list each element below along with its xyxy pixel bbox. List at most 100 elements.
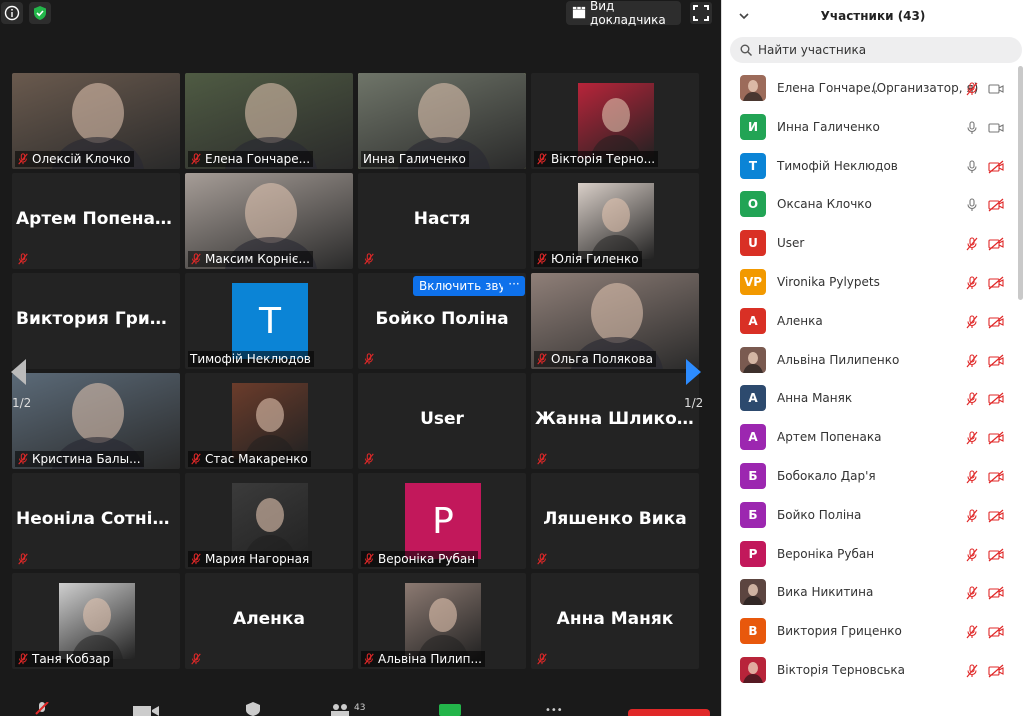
participant-row[interactable]: A Анна Маняк bbox=[722, 379, 1017, 417]
mic-muted-icon[interactable] bbox=[965, 81, 979, 96]
video-tile[interactable]: P Вероніка Рубан bbox=[358, 473, 526, 569]
avatar bbox=[740, 657, 766, 683]
microphone-icon[interactable] bbox=[965, 120, 979, 134]
participant-row[interactable]: Елена Гончаре... (Организатор, я) bbox=[722, 69, 1017, 107]
participant-row[interactable]: VP Vironika Pylypets bbox=[722, 263, 1017, 301]
participants-icon[interactable] bbox=[330, 704, 350, 716]
mic-muted-icon[interactable] bbox=[965, 624, 979, 639]
video-tile[interactable]: Юлія Гиленко bbox=[531, 173, 699, 269]
participant-row[interactable]: O Оксана Клочко bbox=[722, 185, 1017, 223]
mic-muted-icon[interactable] bbox=[965, 547, 979, 561]
participant-name-label bbox=[534, 551, 551, 567]
camera-icon[interactable] bbox=[988, 120, 1004, 134]
mic-muted-icon[interactable] bbox=[965, 314, 979, 329]
video-tile[interactable]: T Тимофій Неклюдов bbox=[185, 273, 353, 369]
participant-row[interactable]: U User bbox=[722, 224, 1017, 262]
mic-muted-icon[interactable] bbox=[965, 469, 979, 484]
mic-muted-icon bbox=[537, 353, 547, 365]
camera-off-icon[interactable] bbox=[988, 314, 1004, 329]
participant-row[interactable]: И Инна Галиченко bbox=[722, 108, 1017, 146]
speaker-view-button[interactable]: Вид докладчика bbox=[566, 0, 681, 27]
mic-muted-icon[interactable] bbox=[965, 391, 979, 406]
camera-off-icon[interactable] bbox=[988, 663, 1004, 678]
camera-off-icon[interactable] bbox=[988, 624, 1004, 639]
camera-off-icon[interactable] bbox=[988, 391, 1004, 406]
meeting-toolbar: 43 ••• bbox=[0, 700, 721, 716]
video-tile[interactable]: Бойко Поліна Включить звук ··· bbox=[358, 273, 526, 369]
camera-off-icon[interactable] bbox=[988, 197, 1004, 212]
mic-muted-icon[interactable] bbox=[34, 702, 50, 716]
search-input[interactable]: Найти участника bbox=[730, 37, 1022, 63]
video-tile[interactable]: Анна Маняк bbox=[531, 573, 699, 669]
camera-off-icon[interactable] bbox=[988, 236, 1004, 251]
participant-name: Виктория Гриценко bbox=[777, 624, 902, 639]
video-tile[interactable]: Таня Кобзар bbox=[12, 573, 180, 669]
participant-row[interactable]: P Вероніка Рубан bbox=[722, 535, 1017, 573]
microphone-icon[interactable] bbox=[965, 197, 979, 212]
participant-row[interactable]: Б Бойко Поліна bbox=[722, 496, 1017, 534]
participant-row[interactable]: Вика Никитина bbox=[722, 573, 1017, 611]
mic-muted-icon[interactable] bbox=[965, 508, 979, 523]
next-page-button[interactable]: 1/2 bbox=[666, 333, 721, 413]
avatar: T bbox=[740, 152, 766, 179]
camera-off-icon[interactable] bbox=[988, 275, 1004, 290]
more-menu-icon[interactable]: ••• bbox=[545, 706, 565, 716]
participant-row[interactable]: A Аленка bbox=[722, 302, 1017, 340]
video-tile[interactable]: Артем Попенака bbox=[12, 173, 180, 269]
video-tile[interactable]: Вікторія Терно... bbox=[531, 73, 699, 169]
video-tile[interactable]: Неоніла Сотнік... bbox=[12, 473, 180, 569]
camera-off-icon[interactable] bbox=[988, 353, 1004, 368]
camera-off-icon[interactable] bbox=[988, 508, 1004, 523]
participant-row[interactable]: Б Бобокало Дар'я bbox=[722, 457, 1017, 495]
participant-name: Vironika Pylypets bbox=[777, 275, 880, 289]
shield-icon[interactable] bbox=[29, 2, 51, 24]
video-tile[interactable]: Елена Гончаре... bbox=[185, 73, 353, 169]
participant-row[interactable]: A Артем Попенака bbox=[722, 418, 1017, 456]
camera-off-icon[interactable] bbox=[988, 585, 1004, 600]
mic-muted-icon bbox=[364, 353, 374, 365]
mic-muted-icon[interactable] bbox=[965, 275, 979, 290]
previous-page-button[interactable]: 1/2 bbox=[0, 333, 50, 413]
camera-off-icon[interactable] bbox=[988, 430, 1004, 445]
mic-muted-icon[interactable] bbox=[965, 663, 979, 678]
mic-muted-icon bbox=[18, 653, 28, 665]
video-tile[interactable]: Стас Макаренко bbox=[185, 373, 353, 469]
info-icon[interactable] bbox=[1, 2, 23, 24]
video-tile[interactable]: Ляшенко Вика bbox=[531, 473, 699, 569]
camera-icon[interactable] bbox=[988, 81, 1004, 95]
end-meeting-button[interactable] bbox=[628, 709, 710, 716]
video-tile[interactable]: Настя bbox=[358, 173, 526, 269]
mic-muted-icon[interactable] bbox=[965, 430, 979, 445]
scrollbar[interactable] bbox=[1018, 66, 1023, 300]
camera-off-icon[interactable] bbox=[988, 469, 1004, 484]
video-camera-icon[interactable] bbox=[133, 704, 159, 716]
participant-row[interactable]: Альвіна Пилипенко bbox=[722, 341, 1017, 379]
video-tile[interactable]: Аленка bbox=[185, 573, 353, 669]
share-screen-button[interactable] bbox=[439, 704, 461, 716]
video-tile[interactable]: Олексій Клочко bbox=[12, 73, 180, 169]
camera-off-icon[interactable] bbox=[988, 547, 1004, 562]
more-options-button[interactable]: ··· bbox=[503, 276, 525, 296]
video-tile[interactable]: Максим Корніє... bbox=[185, 173, 353, 269]
avatar: B bbox=[740, 618, 766, 645]
participant-name: Аленка bbox=[777, 313, 823, 328]
participant-name-label: Вікторія Терно... bbox=[534, 151, 659, 167]
mic-muted-icon[interactable] bbox=[965, 585, 979, 600]
mic-muted-icon[interactable] bbox=[965, 353, 979, 367]
participant-row[interactable]: Вікторія Терновська bbox=[722, 651, 1017, 689]
participant-role: (Организатор, я) bbox=[872, 81, 979, 95]
video-tile[interactable]: User bbox=[358, 373, 526, 469]
participant-name: Максим Корніє... bbox=[205, 252, 310, 266]
camera-off-icon[interactable] bbox=[988, 159, 1004, 174]
mic-muted-icon[interactable] bbox=[965, 236, 979, 251]
participant-name: Инна Галиченко bbox=[363, 152, 466, 166]
video-tile[interactable]: Мария Нагорная bbox=[185, 473, 353, 569]
participant-name-large: Бойко Поліна bbox=[375, 309, 509, 329]
microphone-icon[interactable] bbox=[965, 159, 979, 173]
security-icon[interactable] bbox=[245, 702, 261, 716]
video-tile[interactable]: Альвіна Пилип... bbox=[358, 573, 526, 669]
video-tile[interactable]: Инна Галиченко bbox=[358, 73, 526, 169]
participant-row[interactable]: B Виктория Гриценко bbox=[722, 612, 1017, 650]
participant-row[interactable]: T Тимофій Неклюдов bbox=[722, 147, 1017, 185]
fullscreen-icon[interactable] bbox=[690, 2, 712, 24]
